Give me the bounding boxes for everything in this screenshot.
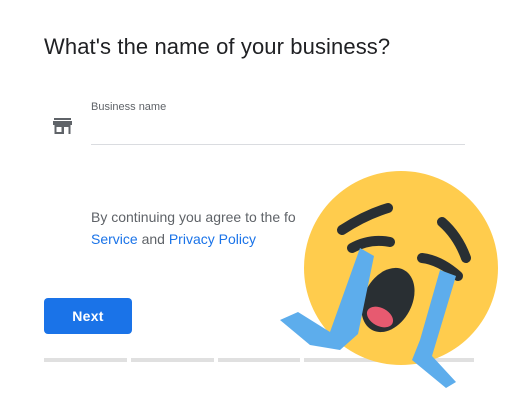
privacy-policy-link[interactable]: Privacy Policy [169,231,256,247]
progress-segment [44,358,127,362]
business-name-label: Business name [91,101,167,113]
progress-segment [130,358,214,362]
page-title: What's the name of your business? [44,34,391,59]
terms-prefix: By continuing you agree to the fo [91,209,296,225]
loudly-crying-face-icon [280,171,498,388]
store-icon [53,118,72,134]
next-button[interactable]: Next [44,298,132,334]
terms-and: and [137,231,169,247]
business-name-page: What's the name of your business? Busine… [0,0,520,400]
terms-of-service-link[interactable]: Service [91,231,138,247]
business-name-input[interactable] [91,118,465,145]
